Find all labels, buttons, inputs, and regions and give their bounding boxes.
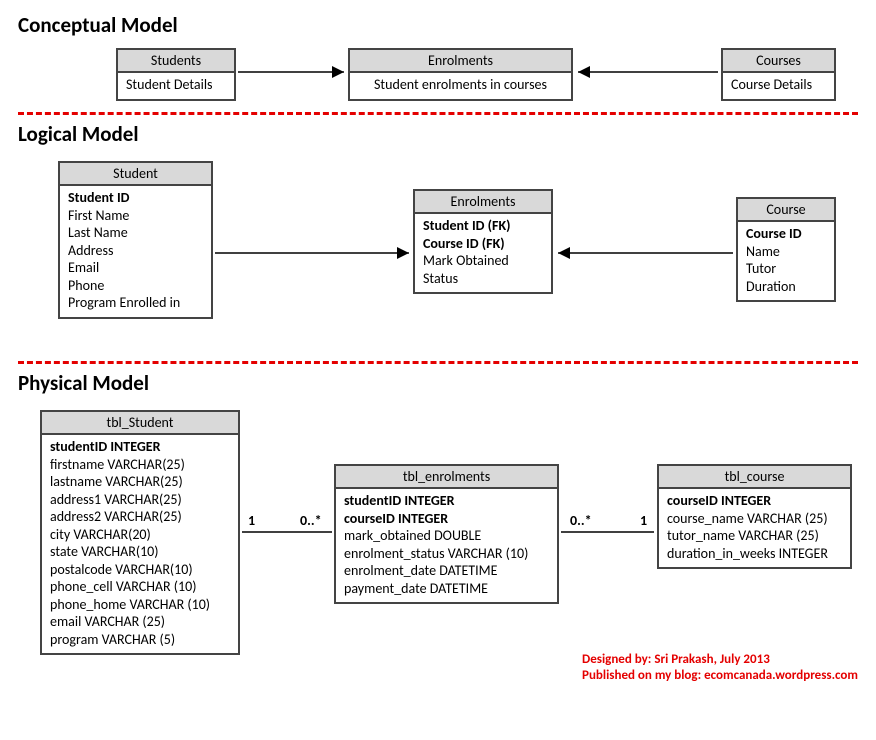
logical-student-body: Student IDFirst NameLast NameAddressEmai…	[60, 186, 211, 317]
cardinality-1-right: 1	[640, 512, 647, 529]
attribute: Program Enrolled in	[68, 294, 203, 312]
logical-course-header: Course	[738, 199, 834, 222]
attribute: city VARCHAR(20)	[50, 526, 230, 544]
attribute: Status	[423, 270, 543, 288]
physical-student-body: studentID INTEGERfirstname VARCHAR(25)la…	[42, 435, 238, 653]
entity-enrolments: Enrolments Student enrolments in courses	[348, 48, 573, 101]
attribute: firstname VARCHAR(25)	[50, 456, 230, 474]
entity-students: Students Student Details	[116, 48, 236, 101]
physical-course-body: courseID INTEGERcourse_name VARCHAR (25)…	[659, 489, 850, 567]
logical-course-body: Course IDNameTutorDuration	[738, 222, 834, 300]
attribute: Duration	[746, 278, 826, 296]
attribute: address2 VARCHAR(25)	[50, 508, 230, 526]
attribute: studentID INTEGER	[344, 492, 549, 510]
physical-title: Physical Model	[18, 370, 858, 396]
credit-line2: Published on my blog: ecomcanada.wordpre…	[582, 668, 858, 684]
attribute: enrolment_status VARCHAR (10)	[344, 545, 549, 563]
entity-physical-student: tbl_Student studentID INTEGERfirstname V…	[40, 410, 240, 655]
logical-student-header: Student	[60, 163, 211, 186]
physical-course-header: tbl_course	[659, 466, 850, 489]
divider-2	[18, 361, 858, 364]
attribute: program VARCHAR (5)	[50, 631, 230, 649]
logical-row: Student Student IDFirst NameLast NameAdd…	[18, 153, 858, 353]
attribute: enrolment_date DATETIME	[344, 562, 549, 580]
attribute: Last Name	[68, 224, 203, 242]
attribute: Course ID	[746, 225, 826, 243]
attribute: Phone	[68, 277, 203, 295]
attribute: courseID INTEGER	[344, 510, 549, 528]
logical-enrolments-body: Student ID (FK)Course ID (FK)Mark Obtain…	[415, 214, 551, 292]
attribute: mark_obtained DOUBLE	[344, 527, 549, 545]
attribute: Student ID	[68, 189, 203, 207]
attribute: state VARCHAR(10)	[50, 543, 230, 561]
cardinality-1: 1	[248, 512, 255, 529]
entity-courses-body: Course Details	[723, 73, 834, 99]
attribute: postalcode VARCHAR(10)	[50, 561, 230, 579]
entity-courses: Courses Course Details	[721, 48, 836, 101]
entity-enrolments-header: Enrolments	[350, 50, 571, 73]
attribute: phone_cell VARCHAR (10)	[50, 578, 230, 596]
logical-title: Logical Model	[18, 121, 858, 147]
attribute: Email	[68, 259, 203, 277]
entity-courses-header: Courses	[723, 50, 834, 73]
entity-logical-enrolments: Enrolments Student ID (FK)Course ID (FK)…	[413, 189, 553, 294]
attribute: courseID INTEGER	[667, 492, 842, 510]
conceptual-row: Students Student Details Enrolments Stud…	[18, 44, 858, 104]
logical-enrolments-header: Enrolments	[415, 191, 551, 214]
attribute: payment_date DATETIME	[344, 580, 549, 598]
attribute: Student ID (FK)	[423, 217, 543, 235]
credit-line1: Designed by: Sri Prakash, July 2013	[582, 652, 858, 668]
entity-students-header: Students	[118, 50, 234, 73]
attribute: phone_home VARCHAR (10)	[50, 596, 230, 614]
attribute: studentID INTEGER	[50, 438, 230, 456]
attribute: tutor_name VARCHAR (25)	[667, 527, 842, 545]
attribute: lastname VARCHAR(25)	[50, 473, 230, 491]
attribute: Course ID (FK)	[423, 235, 543, 253]
entity-logical-student: Student Student IDFirst NameLast NameAdd…	[58, 161, 213, 319]
attribute: Tutor	[746, 260, 826, 278]
physical-enrolments-header: tbl_enrolments	[336, 466, 557, 489]
cardinality-0star-left: 0..*	[300, 512, 322, 529]
attribute: Name	[746, 243, 826, 261]
entity-students-body: Student Details	[118, 73, 234, 99]
physical-student-header: tbl_Student	[42, 412, 238, 435]
conceptual-title: Conceptual Model	[18, 12, 858, 38]
attribute: email VARCHAR (25)	[50, 613, 230, 631]
attribute: Mark Obtained	[423, 252, 543, 270]
entity-enrolments-body: Student enrolments in courses	[350, 73, 571, 99]
attribute: First Name	[68, 207, 203, 225]
divider-1	[18, 112, 858, 115]
attribute: duration_in_weeks INTEGER	[667, 545, 842, 563]
physical-row: tbl_Student studentID INTEGERfirstname V…	[18, 402, 858, 682]
entity-logical-course: Course Course IDNameTutorDuration	[736, 197, 836, 302]
entity-physical-enrolments: tbl_enrolments studentID INTEGERcourseID…	[334, 464, 559, 604]
physical-enrolments-body: studentID INTEGERcourseID INTEGERmark_ob…	[336, 489, 557, 602]
attribute: address1 VARCHAR(25)	[50, 491, 230, 509]
credit-block: Designed by: Sri Prakash, July 2013 Publ…	[582, 652, 858, 685]
entity-physical-course: tbl_course courseID INTEGERcourse_name V…	[657, 464, 852, 569]
attribute: Address	[68, 242, 203, 260]
cardinality-0star-right: 0..*	[570, 512, 592, 529]
attribute: course_name VARCHAR (25)	[667, 510, 842, 528]
